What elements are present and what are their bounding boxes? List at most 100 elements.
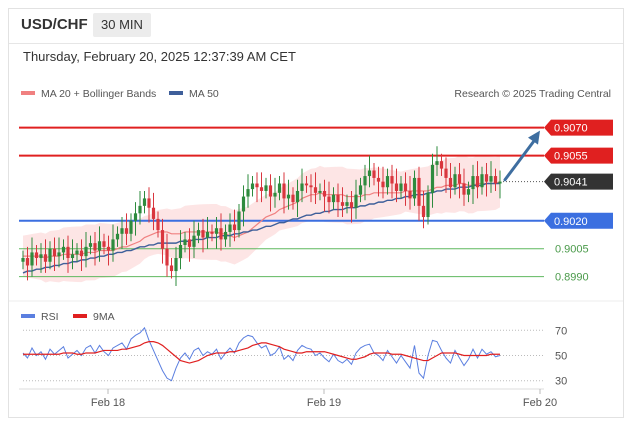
- candle-body: [493, 176, 498, 184]
- candle-body: [403, 183, 408, 191]
- candle-body: [79, 250, 84, 257]
- forecast-arrow-shaft: [503, 138, 537, 182]
- candle-body: [408, 190, 412, 199]
- candle-body: [246, 189, 250, 197]
- candle-body: [205, 231, 210, 238]
- candle-body: [241, 196, 246, 212]
- candle-body: [183, 239, 187, 245]
- candle-body: [327, 196, 331, 203]
- candle-body: [489, 176, 493, 182]
- candle-body: [228, 224, 232, 232]
- candle-body: [66, 246, 70, 259]
- price-chart: MA 20 + Bollinger Bands MA 50 Research ©…: [9, 88, 623, 409]
- candle-body: [372, 170, 376, 178]
- candle-body: [70, 254, 75, 259]
- legend-ma20-label: MA 20 + Bollinger Bands: [41, 88, 156, 100]
- candle-body: [165, 248, 169, 266]
- candle-body: [250, 183, 255, 190]
- candle-body: [115, 233, 120, 240]
- candle-body: [196, 230, 201, 236]
- candle-body: [376, 177, 381, 182]
- candle-body: [412, 177, 417, 199]
- candle-body: [52, 248, 57, 257]
- candle-body: [201, 230, 205, 238]
- rsi-tick-30: 30: [555, 376, 567, 388]
- candle-body: [300, 183, 304, 191]
- rsi-layer: 70 50 30: [22, 325, 567, 388]
- candle-body: [354, 194, 358, 208]
- candle-body: [286, 194, 291, 199]
- candle-body: [273, 192, 277, 197]
- chart-widget: USD/CHF 30 MIN Thursday, February 20, 20…: [8, 8, 624, 418]
- candle-body: [84, 246, 88, 257]
- candle-body: [484, 174, 489, 182]
- candle-body: [142, 198, 147, 206]
- candle-body: [439, 161, 444, 169]
- candle-body: [255, 183, 259, 188]
- candle-body: [97, 241, 102, 251]
- candle-body: [102, 241, 106, 247]
- candle-body: [340, 202, 345, 206]
- candle-body: [174, 258, 178, 272]
- candle-body: [25, 258, 30, 266]
- candle-body: [88, 243, 93, 247]
- candle-body: [178, 244, 183, 259]
- candle-body: [210, 231, 214, 234]
- candle-body: [268, 185, 273, 197]
- legend-rsi-swatch: [21, 314, 35, 318]
- x-tick-label: Feb 19: [307, 397, 341, 409]
- candle-body: [390, 176, 394, 184]
- candle-body: [34, 252, 39, 259]
- candle-body: [295, 190, 300, 203]
- level-label-0.9070: 0.9070: [554, 123, 588, 135]
- candle-body: [151, 207, 156, 219]
- candle-body: [21, 258, 25, 262]
- candle-body: [498, 181, 502, 184]
- candle-body: [39, 254, 43, 259]
- legend-rsi-label: RSI: [41, 311, 59, 323]
- rsi-tick-50: 50: [555, 351, 567, 363]
- candle-body: [430, 164, 435, 193]
- current-price-label: 0.9041: [554, 177, 588, 189]
- candle-body: [367, 170, 372, 177]
- candle-body: [169, 265, 174, 272]
- candle-body: [444, 168, 448, 178]
- candle-body: [291, 194, 295, 203]
- candle-body: [48, 248, 52, 262]
- legend-ma20-swatch: [21, 91, 35, 95]
- rsi-tick-70: 70: [555, 325, 567, 337]
- candle-body: [187, 239, 192, 247]
- candle-body: [471, 176, 475, 190]
- candle-body: [457, 174, 462, 184]
- candle-body: [277, 183, 282, 193]
- legend-ma50-swatch: [169, 91, 183, 95]
- candle-body: [385, 176, 390, 188]
- candle-body: [259, 187, 264, 191]
- x-axis: Feb 18 Feb 19 Feb 20: [19, 388, 557, 409]
- legend-ma50-label: MA 50: [189, 88, 219, 100]
- candle-body: [138, 205, 142, 214]
- candle-body: [93, 243, 97, 251]
- candle-body: [192, 235, 196, 247]
- candle-body: [156, 218, 160, 231]
- candle-body: [453, 174, 457, 188]
- candle-body: [322, 190, 327, 197]
- candle-body: [313, 187, 318, 193]
- candle-body: [304, 183, 309, 186]
- watermark: Research © 2025 Trading Central: [454, 88, 611, 100]
- candle-body: [448, 177, 453, 188]
- candle-body: [358, 185, 363, 195]
- candle-body: [345, 202, 349, 206]
- candle-body: [214, 228, 219, 234]
- level-labels-layer: 0.9070 0.9055 0.9020 0.9005 0.8990 0.9041: [544, 119, 613, 284]
- x-tick-label: Feb 20: [523, 397, 557, 409]
- rsi-line: [22, 326, 501, 382]
- candle-body: [417, 177, 421, 206]
- candle-body: [160, 230, 165, 249]
- candle-body: [282, 183, 286, 199]
- candle-body: [331, 194, 336, 203]
- candle-body: [120, 228, 124, 234]
- candle-body: [421, 205, 426, 218]
- candle-body: [264, 185, 268, 191]
- candle-body: [349, 202, 354, 208]
